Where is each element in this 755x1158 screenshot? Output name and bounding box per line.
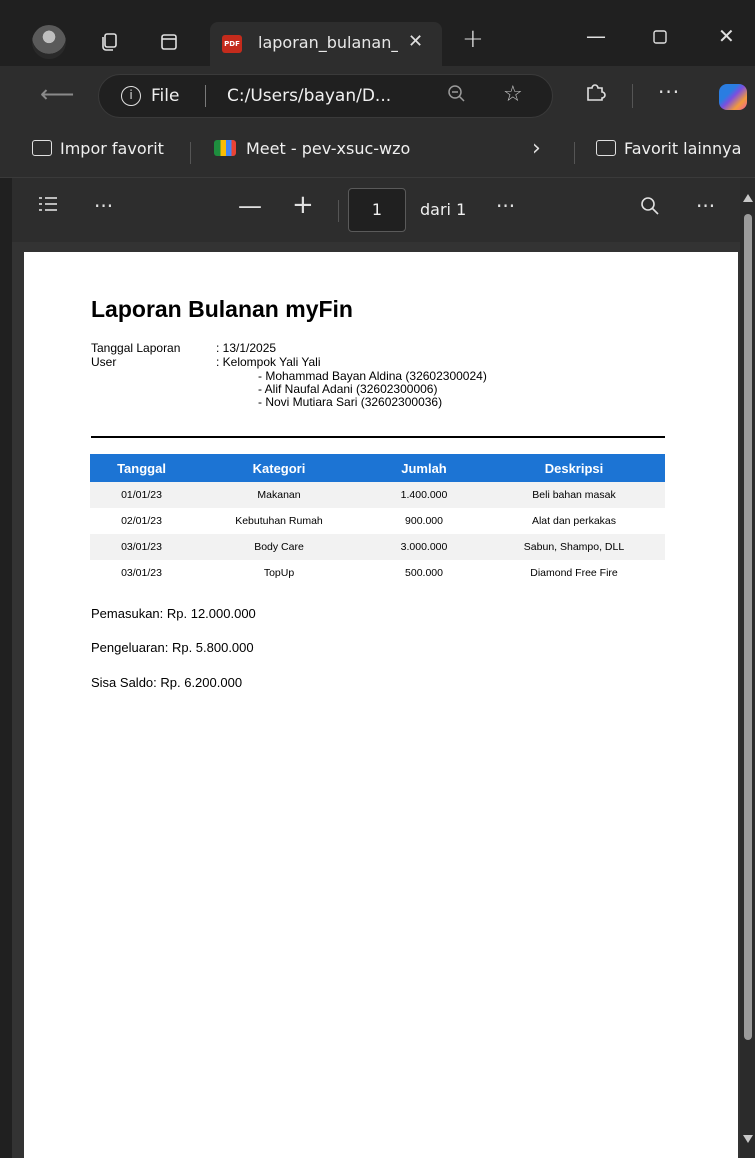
report-title: Laporan Bulanan myFin [91,296,353,322]
cell-kategori: Body Care [193,534,365,560]
balance-summary: Sisa Saldo: Rp. 6.200.000 [91,675,243,690]
cell-tanggal: 03/01/23 [90,534,193,560]
url-scheme: File [151,86,180,106]
cell-kategori: TopUp [263,567,295,579]
cell-deskripsi: Sabun, Shampo, DLL [483,534,665,560]
import-favorites-label: Impor favorit [60,139,164,158]
cell-tanggal: 02/01/23 [121,515,162,527]
table-row: 01/01/23 Makanan 1.400.000 Beli bahan ma… [90,482,665,508]
scrollbar[interactable] [740,178,755,1158]
address-row: ⟵ i File C:/Users/bayan/D... ☆ ··· [0,66,755,126]
zoom-in-button[interactable]: + [292,190,314,220]
more-options-icon[interactable]: ··· [496,194,515,218]
address-bar[interactable]: i File C:/Users/bayan/D... ☆ [98,74,553,118]
transactions-table: Tanggal Kategori Jumlah Deskripsi 01/01/… [90,454,665,586]
close-window-icon[interactable]: ✕ [718,24,735,48]
search-icon[interactable] [640,196,660,221]
cell-kategori: Makanan [193,482,365,508]
folder-icon [596,140,616,156]
cell-jumlah: 1.400.000 [365,482,483,508]
report-date-label: Tanggal Laporan [91,341,181,355]
report-date-value: : 13/1/2025 [216,341,277,355]
cell-deskripsi: Beli bahan masak [483,482,665,508]
favorites-bar: Impor favorit Meet - pev-xsuc-wzo › Favo… [0,126,755,178]
cell-deskripsi: Diamond Free Fire [530,567,618,579]
report-user-label: User [91,355,117,369]
chevron-right-icon[interactable]: › [532,136,541,161]
import-icon [32,140,52,156]
url-text[interactable]: C:/Users/bayan/D... [227,86,391,106]
cell-deskripsi: Alat dan perkakas [531,515,617,527]
active-tab[interactable]: PDF laporan_bulanan_ ✕ [210,22,442,66]
meet-favorite-label: Meet - pev-xsuc-wzo [246,139,411,158]
title-bar: PDF laporan_bulanan_ ✕ + — ✕ [0,0,755,66]
divider [632,84,633,108]
table-row: 02/01/23 Kebutuhan Rumah 900.000 Alat da… [90,508,665,534]
report-user-value: : Kelompok Yali Yali [216,355,321,369]
back-icon[interactable]: ⟵ [40,80,74,108]
google-meet-icon [214,140,236,156]
new-tab-icon[interactable]: + [462,24,484,54]
meet-favorite-link[interactable]: Meet - pev-xsuc-wzo [214,139,410,158]
column-header-tanggal: Tanggal [90,454,193,482]
import-favorites-link[interactable]: Impor favorit [32,139,164,158]
more-tools-icon[interactable]: ··· [94,194,113,218]
pdf-toolbar: ··· — + 1 dari 1 ··· ··· [12,178,740,242]
overflow-menu-icon[interactable]: ··· [696,194,715,218]
scroll-thumb[interactable] [744,214,752,1040]
cell-jumlah: 900.000 [405,515,443,527]
expense-summary: Pengeluaran: Rp. 5.800.000 [91,640,254,655]
info-icon[interactable]: i [121,86,141,106]
column-header-kategori: Kategori [193,454,365,482]
other-favorites-label: Favorit lainnya [624,139,742,158]
profile-avatar[interactable] [32,25,66,59]
cell-jumlah: 3.000.000 [365,534,483,560]
divider [574,142,575,164]
cell-tanggal: 03/01/23 [121,567,162,579]
pdf-icon: PDF [222,35,242,53]
window-edge [0,178,12,1158]
column-header-deskripsi: Deskripsi [483,454,665,482]
divider [338,200,339,222]
other-favorites-link[interactable]: Favorit lainnya [596,139,741,158]
table-row: 03/01/23 Body Care 3.000.000 Sabun, Sham… [90,534,665,560]
minimize-icon[interactable]: — [586,24,606,48]
page-number-input[interactable]: 1 [348,188,406,232]
tab-actions-icon[interactable] [152,25,186,59]
settings-more-icon[interactable]: ··· [658,80,680,104]
zoom-out-button[interactable]: — [238,192,262,220]
favorite-star-icon[interactable]: ☆ [503,82,523,107]
member-3: - Novi Mutiara Sari (32602300036) [258,395,443,409]
divider [190,142,191,164]
table-of-contents-icon[interactable] [38,194,58,218]
close-tab-icon[interactable]: ✕ [408,31,423,52]
page-count: dari 1 [420,200,467,219]
tab-title: laporan_bulanan_ [258,33,398,52]
divider [205,85,206,107]
cell-jumlah: 500.000 [405,567,443,579]
cell-kategori: Kebutuhan Rumah [235,515,323,527]
pdf-page: Laporan Bulanan myFin Tanggal Laporan : … [24,252,738,1158]
copilot-icon[interactable] [719,84,747,110]
cell-tanggal: 01/01/23 [90,482,193,508]
divider-line [91,436,665,438]
column-header-jumlah: Jumlah [365,454,483,482]
table-row: 03/01/23 TopUp 500.000 Diamond Free Fire [90,560,665,586]
income-summary: Pemasukan: Rp. 12.000.000 [91,606,256,621]
zoom-out-icon[interactable] [447,84,467,109]
workspaces-icon[interactable] [92,25,126,59]
scroll-up-icon[interactable] [743,194,753,202]
maximize-icon[interactable] [652,26,668,50]
table-header-row: Tanggal Kategori Jumlah Deskripsi [90,454,665,482]
scroll-down-icon[interactable] [743,1135,753,1143]
extensions-icon[interactable] [584,80,606,108]
